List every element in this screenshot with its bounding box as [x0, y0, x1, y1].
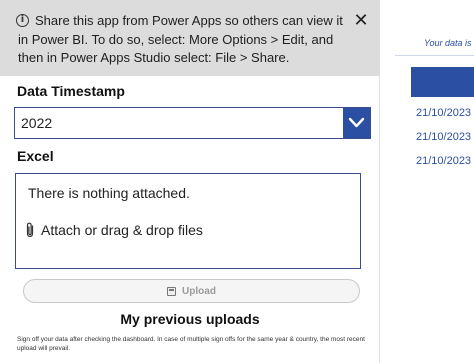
app-window: i Share this app from Power Apps so othe… — [0, 0, 474, 363]
upload-button-label: Upload — [182, 285, 216, 297]
table-cell-date: 21/10/2023 — [416, 107, 472, 119]
dashboard-note: Your data is — [424, 38, 472, 48]
power-app-panel: i Share this app from Power Apps so othe… — [0, 0, 380, 363]
data-timestamp-label: Data Timestamp — [17, 83, 125, 99]
banner-message: Share this app from Power Apps so others… — [18, 13, 343, 65]
table-cell-date: 21/10/2023 — [416, 155, 472, 167]
attach-files-text: Attach or drag & drop files — [41, 222, 203, 238]
excel-label: Excel — [17, 148, 54, 164]
dashboard-panel: Your data is S 21/10/2023 21/10/2023 21/… — [381, 0, 474, 363]
paperclip-icon — [26, 222, 34, 238]
divider — [395, 55, 474, 56]
chevron-down-icon — [348, 117, 365, 128]
previous-uploads-title: My previous uploads — [120, 311, 260, 327]
excel-attachment-box[interactable]: There is nothing attached. Attach or dra… — [15, 173, 361, 269]
share-notification-banner: i Share this app from Power Apps so othe… — [0, 0, 380, 76]
table-header: S — [411, 67, 474, 97]
attachments-empty-text: There is nothing attached. — [28, 185, 190, 201]
sign-off-note: Sign off your data after checking the da… — [17, 336, 365, 352]
upload-button[interactable]: Upload — [23, 279, 360, 303]
close-icon[interactable]: ✕ — [352, 12, 370, 30]
data-timestamp-dropdown[interactable]: 2022 — [14, 107, 371, 139]
save-icon — [167, 286, 177, 296]
dropdown-selected-value: 2022 — [21, 115, 53, 131]
dropdown-toggle-button[interactable] — [343, 108, 370, 138]
attach-files-link[interactable]: Attach or drag & drop files — [24, 221, 203, 239]
table-cell-date: 21/10/2023 — [416, 131, 472, 143]
